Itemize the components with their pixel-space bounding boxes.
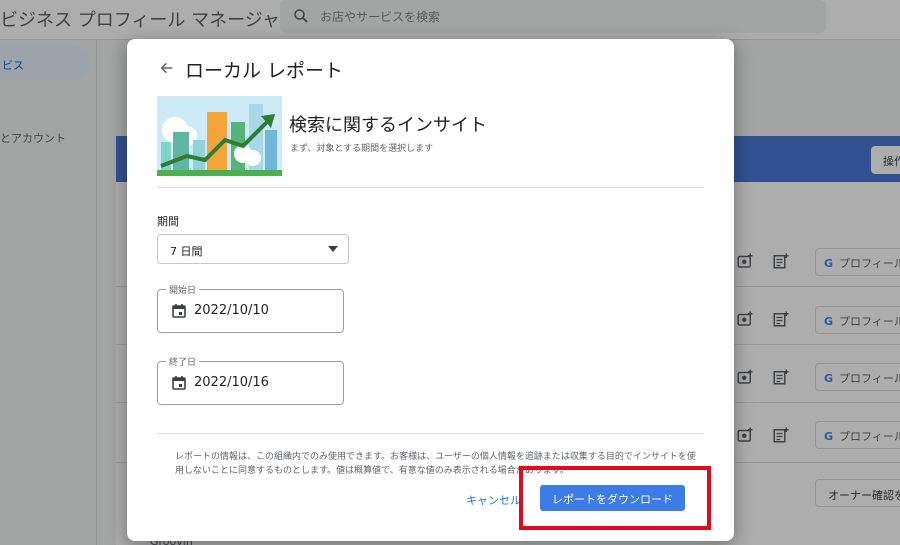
start-date-value: 2022/10/10 [194, 303, 269, 318]
start-date-field[interactable]: 開始日 2022/10/10 [157, 283, 344, 333]
calendar-icon[interactable] [172, 304, 186, 318]
caret-down-icon [328, 246, 338, 252]
city-growth-illustration [157, 96, 282, 176]
highlight-annotation-box [519, 466, 711, 530]
start-date-label: 開始日 [166, 283, 200, 296]
divider [157, 187, 704, 188]
divider [157, 433, 704, 434]
period-label: 期間 [157, 215, 179, 228]
end-date-value: 2022/10/16 [194, 375, 269, 390]
end-date-field[interactable]: 終了日 2022/10/16 [157, 355, 344, 405]
calendar-icon[interactable] [172, 376, 186, 390]
period-select[interactable]: 7 日間 [157, 234, 349, 264]
period-select-value: 7 日間 [170, 245, 203, 258]
end-date-label: 終了日 [166, 355, 200, 368]
arrow-back-icon[interactable] [159, 60, 175, 76]
dialog-title: ローカル レポート [185, 60, 344, 82]
insight-subtitle: まず、対象とする期間を選択します [290, 144, 434, 154]
insight-title: 検索に関するインサイト [289, 115, 487, 136]
